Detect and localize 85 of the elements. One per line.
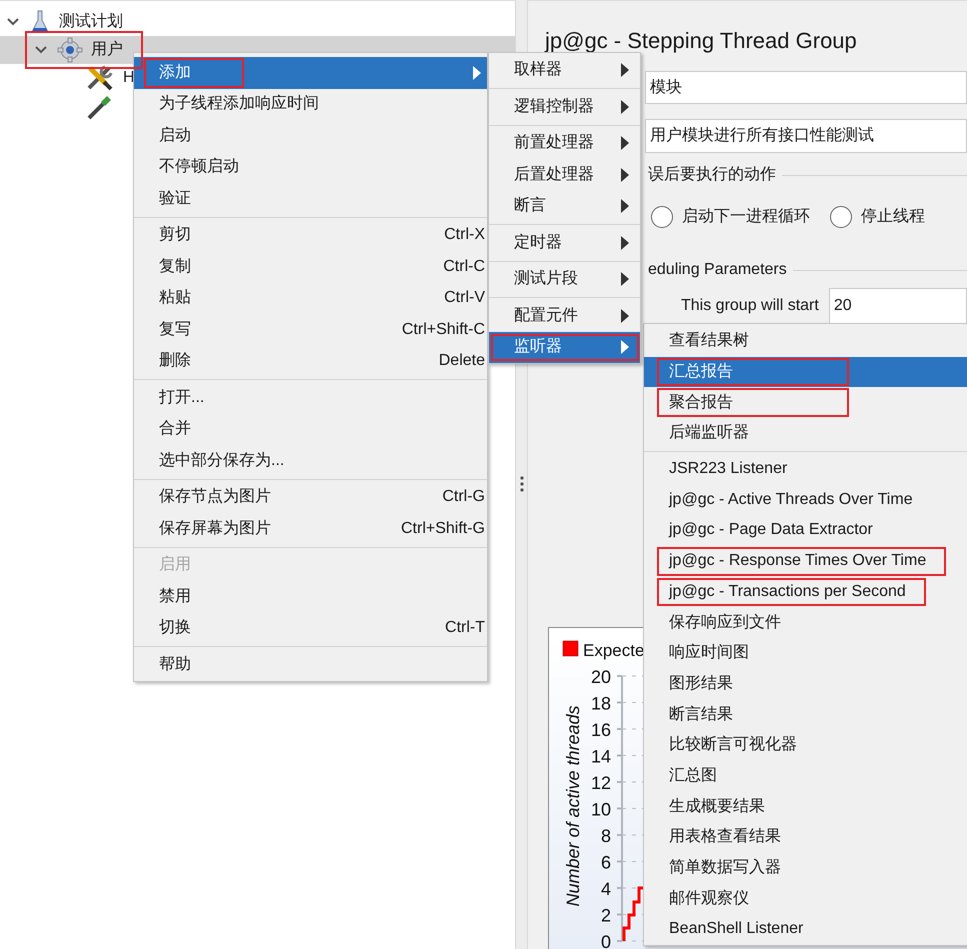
menu-item[interactable]: 配置元件 (489, 300, 640, 332)
menu-item[interactable]: 图形结果 (644, 668, 967, 700)
group-label: eduling Parameters (648, 260, 787, 280)
splitter-grip-icon[interactable] (520, 476, 524, 492)
tick-label: 10 (590, 800, 611, 820)
group-label: 误后要执行的动作 (648, 164, 776, 185)
menu-item[interactable]: 切换 Ctrl-T (134, 612, 487, 644)
menu-item[interactable]: jp@gc - Transactions per Second (644, 576, 967, 608)
shortcut-label: Ctrl-C (443, 256, 485, 277)
name-field[interactable]: 模块 (645, 71, 967, 104)
menu-item[interactable]: jp@gc - Response Times Over Time (644, 546, 967, 576)
menu-item[interactable]: 聚合报告 (644, 387, 967, 418)
menu-item[interactable]: 打开... (134, 382, 487, 414)
legend-swatch (562, 640, 578, 656)
radio-label[interactable]: 启动下一进程循环 (682, 205, 810, 229)
menu-item[interactable]: 启动 (134, 120, 487, 152)
field-label: This group will start (681, 296, 819, 316)
menu-item[interactable]: jp@gc - Active Threads Over Time (644, 484, 967, 516)
tick-label: 16 (590, 720, 611, 740)
tick-label: 8 (600, 826, 611, 846)
menu-item[interactable]: jp@gc - Page Data Extractor (644, 515, 967, 546)
menu-item[interactable]: 响应时间图 (644, 638, 967, 669)
radio-button[interactable] (651, 206, 673, 228)
menu-item[interactable]: 复制 Ctrl-C (134, 251, 487, 282)
menu-item[interactable]: 测试片段 (489, 264, 640, 295)
thread-count-field[interactable]: 20 (828, 288, 967, 324)
menu-item[interactable]: 生成概要结果 (644, 791, 967, 822)
menu-item[interactable]: 查看结果树 (644, 326, 967, 357)
menu-item[interactable]: 帮助 (134, 649, 487, 680)
shortcut-label: Ctrl+Shift-G (400, 518, 485, 539)
menu-item[interactable]: 定时器 (489, 227, 640, 258)
axis-title: Number of active threads (563, 705, 583, 907)
menu-item[interactable]: 后端监听器 (644, 418, 967, 449)
tick-label: 0 (600, 932, 611, 949)
menu-item[interactable]: 汇总图 (644, 760, 967, 792)
tick-label: 12 (590, 773, 611, 793)
tick-label: 14 (590, 746, 611, 766)
legend-label: Expecte (583, 641, 644, 660)
shortcut-label: Ctrl-X (444, 225, 485, 246)
tree-node-label[interactable]: H (123, 66, 135, 90)
menu-item[interactable]: 保存节点为图片 Ctrl-G (134, 482, 487, 513)
shortcut-label: Ctrl-G (442, 487, 485, 508)
shortcut-label: Ctrl+Shift-C (402, 320, 485, 340)
menu-item[interactable]: 复写 Ctrl+Shift-C (134, 314, 487, 346)
menu-item[interactable]: 后置处理器 (489, 159, 640, 190)
menu-item[interactable]: 邮件观察仪 (644, 883, 967, 914)
menu-item[interactable]: 合并 (134, 414, 487, 445)
menu-item[interactable]: 不停顿启动 (134, 152, 487, 183)
menu-item[interactable]: 禁用 (134, 581, 487, 612)
menu-item[interactable]: 选中部分保存为... (134, 445, 487, 476)
shortcut-label: Delete (438, 351, 485, 372)
menu-item[interactable]: 添加 (134, 57, 487, 88)
panel-title: jp@gc - Stepping Thread Group (544, 27, 858, 55)
menu-item[interactable]: 断言结果 (644, 699, 967, 730)
menu-item[interactable]: 为子线程添加响应时间 (134, 88, 487, 120)
tick-label: 2 (600, 906, 611, 926)
tick-label: 18 (590, 694, 611, 714)
menu-item[interactable]: 验证 (134, 183, 487, 214)
tick-label: 20 (590, 667, 611, 687)
menu-item[interactable]: 断言 (489, 190, 640, 222)
tree-node-label[interactable]: 测试计划 (59, 10, 123, 34)
menu-item[interactable]: 简单数据写入器 (644, 852, 967, 884)
menu-item[interactable]: 逻辑控制器 (489, 91, 640, 122)
menu-item[interactable]: 保存响应到文件 (644, 607, 967, 638)
menu-item[interactable]: 用表格查看结果 (644, 822, 967, 853)
shortcut-label: Ctrl-V (444, 288, 485, 308)
menu-item[interactable]: 取样器 (489, 54, 640, 86)
tools-icon (85, 64, 115, 92)
menu-item[interactable]: 剪切 Ctrl-X (134, 220, 487, 251)
tree-node-label[interactable]: 用户 (91, 38, 123, 62)
tick-label: 6 (600, 852, 611, 872)
menu-item[interactable]: BeanShell Listener (644, 914, 967, 945)
menu-item[interactable]: 删除 Delete (134, 346, 487, 377)
series-line (622, 886, 644, 941)
radio-button[interactable] (830, 206, 852, 228)
menu-item[interactable]: 粘贴 Ctrl-V (134, 282, 487, 314)
menu-item[interactable]: 比较断言可视化器 (644, 730, 967, 761)
menu-item[interactable]: 保存屏幕为图片 Ctrl+Shift-G (134, 513, 487, 544)
comment-field[interactable]: 用户模块进行所有接口性能测试 (645, 119, 967, 153)
menu-item[interactable]: JSR223 Listener (644, 454, 967, 484)
menu-item[interactable]: 前置处理器 (489, 128, 640, 159)
tick-label: 4 (600, 879, 611, 899)
shortcut-label: Ctrl-T (445, 618, 485, 638)
radio-label[interactable]: 停止线程 (861, 205, 925, 229)
menu-item[interactable]: 汇总报告 (644, 356, 967, 388)
